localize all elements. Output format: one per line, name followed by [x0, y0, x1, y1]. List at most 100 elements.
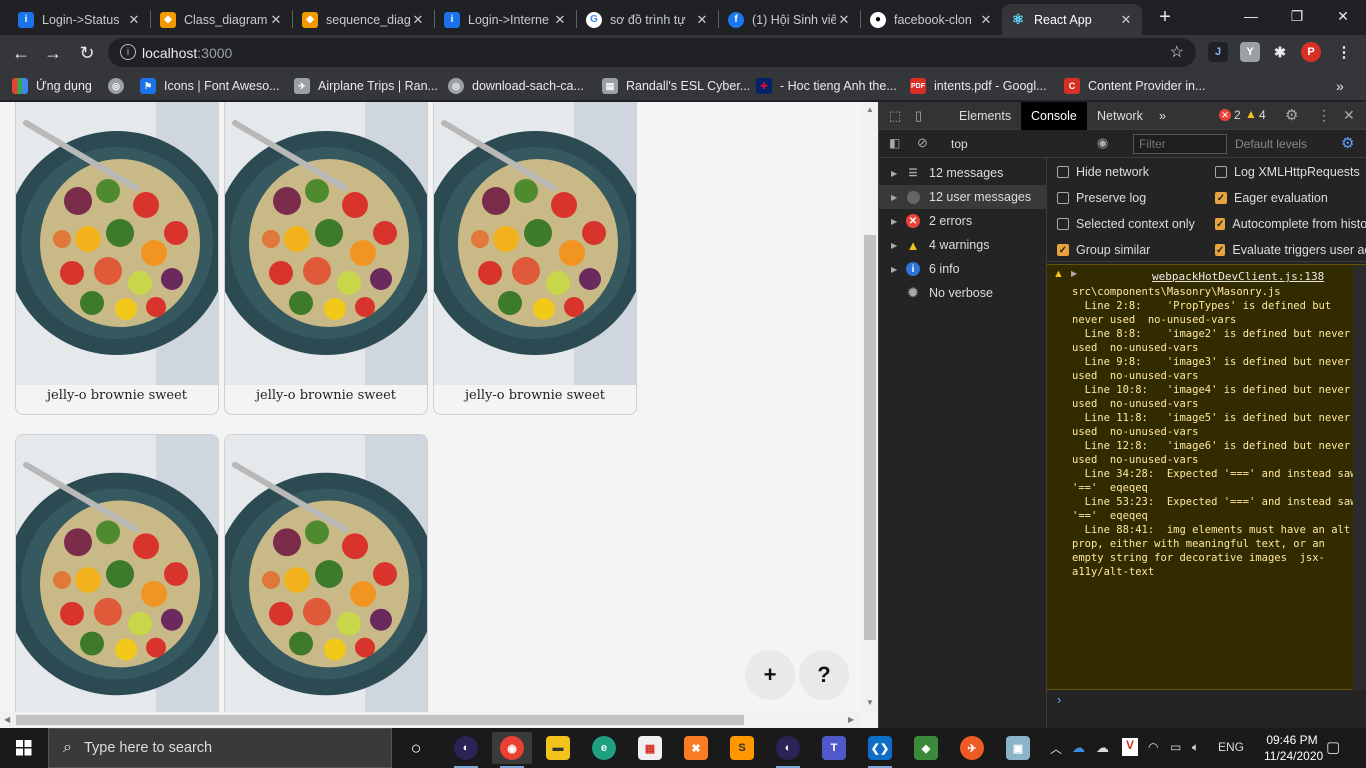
menu-dots-icon[interactable]: ⋮	[1317, 107, 1331, 124]
bookmark-apps[interactable]: Ứng dụng	[12, 76, 92, 96]
device-toolbar-icon[interactable]: ▯	[915, 108, 922, 124]
bookmark-item[interactable]: ◎	[108, 76, 132, 96]
scroll-left-icon[interactable]: ◀	[4, 715, 10, 724]
live-expression-eye-icon[interactable]: ◉	[1097, 135, 1108, 151]
sidebar-item-warnings[interactable]: ▶ ▲ 4 warnings	[879, 233, 1047, 257]
sidebar-item-errors[interactable]: ▶ ✕ 2 errors	[879, 209, 1047, 233]
taskbar-app-eclipse-2[interactable]: ◐	[768, 732, 808, 768]
settings-gear-icon[interactable]: ⚙	[1285, 106, 1298, 124]
address-bar[interactable]: i localhost:3000 ☆	[108, 38, 1196, 67]
taskbar-app-eclipse[interactable]: ◐	[446, 732, 486, 768]
taskbar-app-xampp[interactable]: ✖	[676, 732, 716, 764]
extension-j-icon[interactable]: J	[1208, 42, 1228, 62]
close-tab-icon[interactable]: ✕	[1118, 12, 1134, 28]
taskbar-app-teams[interactable]: T	[814, 732, 854, 764]
taskbar-clock[interactable]: 09:46 PM 11/24/2020	[1264, 732, 1323, 764]
warning-count[interactable]: 4	[1259, 108, 1266, 122]
profile-avatar[interactable]: P	[1301, 42, 1321, 62]
show-hidden-icons-icon[interactable]: ︿	[1050, 740, 1062, 757]
browser-tab-active[interactable]: ⚛ React App ✕	[1002, 4, 1142, 35]
console-filter-input[interactable]	[1133, 134, 1227, 154]
taskbar-app-postman[interactable]: ✈	[952, 732, 992, 764]
taskbar-app-git[interactable]: ◆	[906, 732, 946, 764]
tab-network[interactable]: Network	[1087, 102, 1153, 130]
horizontal-scroll-thumb[interactable]	[16, 715, 744, 725]
battery-icon[interactable]: ▭	[1170, 740, 1181, 754]
masonry-card[interactable]	[15, 434, 219, 724]
taskbar-app-edge[interactable]: e	[584, 732, 624, 764]
language-indicator[interactable]: ENG	[1218, 740, 1244, 754]
antivirus-icon[interactable]: V	[1122, 738, 1138, 756]
clear-console-icon[interactable]: ⊘	[917, 135, 928, 151]
close-tab-icon[interactable]: ✕	[552, 12, 568, 28]
message-source-link[interactable]: webpackHotDevClient.js:138	[1152, 270, 1324, 283]
bookmarks-overflow-icon[interactable]: »	[1336, 76, 1344, 96]
console-prompt[interactable]: ›	[1057, 692, 1061, 707]
taskbar-app-vscode[interactable]: ❮❯	[860, 732, 900, 768]
taskbar-app-file-explorer[interactable]: ▬	[538, 732, 578, 764]
taskbar-app-store[interactable]: ▦	[630, 732, 670, 764]
console-warning-message[interactable]: ▲ ▶ webpackHotDevClient.js:138 src\compo…	[1047, 264, 1366, 690]
masonry-card[interactable]: jelly-o brownie sweet	[15, 102, 219, 415]
taskbar-search-box[interactable]: ⌕ Type here to search	[48, 728, 392, 768]
scroll-down-icon[interactable]: ▼	[866, 698, 874, 707]
onedrive-cloud-icon[interactable]: ☁	[1072, 740, 1085, 756]
taskbar-app-chrome[interactable]: ◉	[492, 732, 532, 768]
close-tab-icon[interactable]: ✕	[268, 12, 284, 28]
extension-y-icon[interactable]: Y	[1240, 42, 1260, 62]
extensions-puzzle-icon[interactable]: ✱	[1270, 42, 1290, 62]
inspect-element-icon[interactable]: ⬚	[889, 108, 901, 124]
taskbar-app-virtualbox[interactable]: ▣	[998, 732, 1038, 764]
horizontal-scrollbar[interactable]: ◀ ▶	[0, 712, 862, 728]
start-button[interactable]	[0, 728, 48, 768]
preserve-log-checkbox[interactable]: Preserve log	[1057, 191, 1146, 205]
eager-evaluation-checkbox[interactable]: ✓ Eager evaluation	[1215, 191, 1328, 205]
vertical-scrollbar[interactable]: ▲ ▼	[862, 102, 878, 712]
bookmark-item[interactable]: ⚑ Icons | Font Aweso...	[140, 76, 280, 96]
error-count[interactable]: 2	[1234, 108, 1241, 122]
close-tab-icon[interactable]: ✕	[978, 12, 994, 28]
browser-tab[interactable]: f (1) Hội Sinh viê ✕	[720, 4, 860, 35]
vertical-scroll-thumb[interactable]	[864, 235, 876, 640]
close-tab-icon[interactable]: ✕	[836, 12, 852, 28]
volume-icon[interactable]: 🔈︎	[1192, 740, 1199, 755]
scroll-up-icon[interactable]: ▲	[866, 105, 874, 114]
browser-tab[interactable]: ◆ sequence_diag ✕	[294, 4, 434, 35]
taskbar-app-sublime[interactable]: S	[722, 732, 762, 764]
menu-dots-icon[interactable]: ⋮	[1334, 42, 1354, 62]
masonry-card[interactable]: jelly-o brownie sweet	[224, 102, 428, 415]
browser-tab[interactable]: i Login->Status ✕	[10, 4, 150, 35]
hide-network-checkbox[interactable]: Hide network	[1057, 165, 1149, 179]
bookmark-item[interactable]: C Content Provider in...	[1064, 76, 1205, 96]
back-button[interactable]: ←	[8, 40, 34, 66]
bookmark-item[interactable]: ◎ download-sach-ca...	[448, 76, 584, 96]
bookmark-item[interactable]: ▤ Randall's ESL Cyber...	[602, 76, 750, 96]
browser-tab[interactable]: G sơ đồ trình tự ✕	[578, 4, 718, 35]
cloud-icon[interactable]: ☁	[1096, 740, 1109, 756]
scroll-right-icon[interactable]: ▶	[848, 715, 854, 724]
sidebar-toggle-icon[interactable]: ◧	[889, 136, 900, 150]
autocomplete-history-checkbox[interactable]: ✓ Autocomplete from history	[1215, 217, 1366, 231]
notification-center-icon[interactable]: ▢	[1326, 738, 1340, 756]
close-devtools-icon[interactable]: ✕	[1343, 107, 1355, 124]
bookmark-item[interactable]: ✈ Airplane Trips | Ran...	[294, 76, 438, 96]
expand-arrow-icon[interactable]: ▶	[1071, 269, 1077, 278]
browser-tab[interactable]: ● facebook-clon ✕	[862, 4, 1002, 35]
close-tab-icon[interactable]: ✕	[694, 12, 710, 28]
masonry-card[interactable]: jelly-o brownie sweet	[433, 102, 637, 415]
sidebar-item-info[interactable]: ▶ i 6 info	[879, 257, 1047, 281]
minimize-button[interactable]: —	[1228, 0, 1274, 32]
site-info-icon[interactable]: i	[120, 44, 136, 60]
log-xhr-checkbox[interactable]: Log XMLHttpRequests	[1215, 165, 1360, 179]
add-button[interactable]: +	[745, 650, 795, 700]
masonry-card[interactable]	[224, 434, 428, 724]
group-similar-checkbox[interactable]: ✓ Group similar	[1057, 243, 1150, 257]
console-scrollbar[interactable]	[1353, 265, 1366, 690]
close-window-button[interactable]: ✕	[1320, 0, 1366, 32]
bookmark-star-icon[interactable]: ☆	[1170, 42, 1184, 62]
wifi-icon[interactable]: ◠	[1148, 740, 1158, 754]
bookmark-item[interactable]: ✚ - Hoc tieng Anh the...	[756, 76, 897, 96]
close-tab-icon[interactable]: ✕	[126, 12, 142, 28]
reload-button[interactable]: ↻	[74, 40, 100, 66]
console-settings-gear-icon[interactable]: ⚙	[1341, 134, 1354, 152]
